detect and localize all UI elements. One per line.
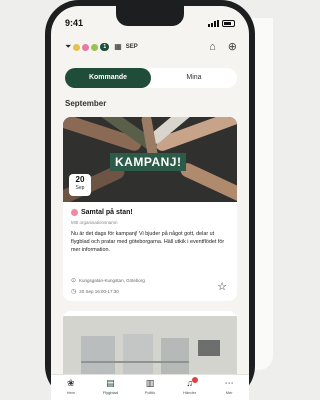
calendar-icon[interactable]: ▦	[114, 42, 122, 52]
nav-item-mer[interactable]: ⋯ Mer	[209, 375, 249, 400]
filter-icon[interactable]: ⏷	[65, 42, 71, 52]
event-location-row: ⊙ Kungsgatan-Kungstan, Göteborg	[71, 277, 145, 284]
status-bar: 9:41	[65, 18, 235, 30]
nav-item-hander[interactable]: ♫ Händer	[170, 375, 210, 400]
nav-label-politik: Politik	[144, 390, 156, 395]
status-time: 9:41	[65, 18, 84, 28]
add-icon[interactable]: ⊕	[228, 40, 237, 53]
nav-label-hander: Händer	[183, 390, 197, 395]
notification-badge	[191, 377, 198, 383]
tab-mina[interactable]: Mina	[151, 68, 237, 88]
status-icons	[208, 20, 235, 27]
nav-label-flygblad: Flygblad	[102, 390, 118, 395]
filter-count-badge: 1	[100, 43, 110, 51]
signal-icon	[208, 20, 219, 27]
event-image: KAMPANJ! 20 Sep	[63, 117, 237, 202]
pink-dot-icon	[82, 43, 90, 51]
section-title: September	[65, 99, 107, 108]
nav-item-flygblad[interactable]: ▤ Flygblad	[91, 375, 131, 400]
clock-icon: ◷	[71, 289, 77, 295]
header-right: ⌂ ⊕	[209, 40, 237, 54]
home-icon: ❀	[67, 378, 75, 388]
event-card[interactable]: KAMPANJ! 20 Sep Samtal på stan! Mitt org…	[63, 117, 237, 301]
event-banner: KAMPANJ!	[110, 153, 187, 171]
event-title: Samtal på stan!	[81, 209, 133, 216]
app-header: ⏷ 1 ▦ SEP ⌂ ⊕	[65, 40, 237, 58]
event-location: Kungsgatan-Kungstan, Göteborg	[79, 278, 145, 283]
nav-label-hem: Hem	[66, 390, 76, 395]
app-screen: 9:41 ⏷ 1 ▦ SEP ⌂ ⊕ Kommande Mina Septemb…	[51, 6, 249, 400]
nav-item-hem[interactable]: ❀ Hem	[51, 375, 91, 400]
location-pin-icon: ⊙	[71, 278, 77, 284]
event-time: 20 Sep 16:00-17:30	[79, 289, 119, 294]
event-description: Nu är det dags för kampanj! Vi bjuder på…	[71, 231, 225, 254]
green-dot-icon	[91, 43, 99, 51]
favorite-star-icon[interactable]: ☆	[217, 282, 227, 293]
tab-kommande[interactable]: Kommande	[65, 68, 151, 88]
battery-icon	[222, 20, 235, 27]
nav-label-mer: Mer	[225, 390, 233, 395]
event-date-month: Sep	[75, 185, 85, 191]
map-icon[interactable]: ⌂	[209, 41, 216, 53]
book-icon: ▥	[145, 378, 155, 388]
nav-item-politik[interactable]: ▥ Politik	[130, 375, 170, 400]
category-dot-icon	[71, 209, 78, 216]
event-date-day: 20	[75, 175, 85, 184]
header-left: ⏷ 1 ▦ SEP	[65, 42, 138, 52]
event-title-row: Samtal på stan!	[71, 209, 133, 216]
yellow-dot-icon	[73, 43, 81, 51]
calendar-icon: ▤	[106, 378, 115, 388]
more-icon: ⋯	[224, 378, 234, 388]
bell-icon: ♫	[170, 377, 210, 389]
event-date-badge: 20 Sep	[69, 174, 91, 196]
month-label: SEP	[125, 44, 138, 50]
bottom-nav: ❀ Hem ▤ Flygblad ▥ Politik ♫ Händer ⋯ Me…	[51, 374, 249, 400]
event-org: Mitt organisationsnamn	[71, 220, 118, 225]
event-time-row: ◷ 20 Sep 16:00-17:30	[71, 288, 119, 295]
segmented-control: Kommande Mina	[65, 68, 237, 88]
